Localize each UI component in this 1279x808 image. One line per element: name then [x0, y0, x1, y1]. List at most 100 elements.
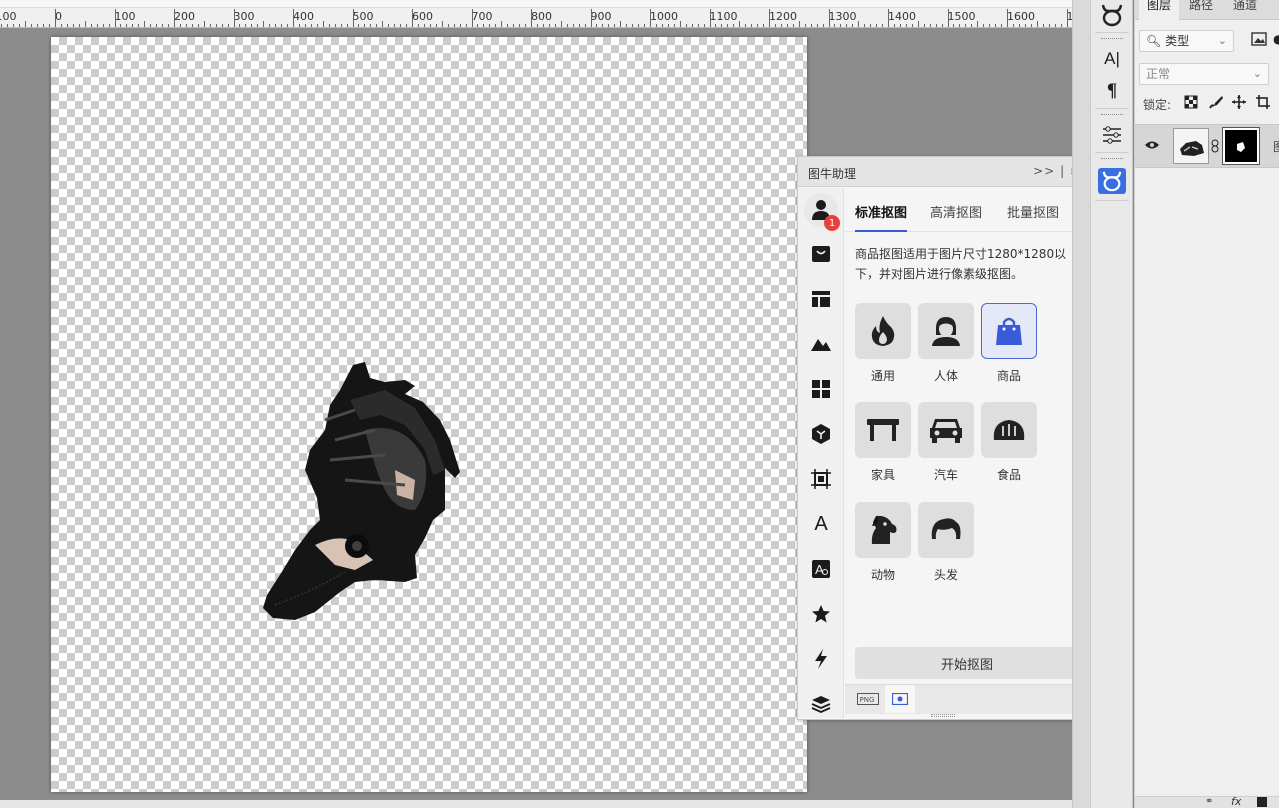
eye-visibility-icon[interactable] — [1145, 139, 1161, 153]
ruler-minor-tick — [1018, 24, 1020, 27]
sidebar-item-grid[interactable] — [809, 377, 833, 401]
ruler-minor-tick — [959, 24, 961, 27]
sidebar-item-layers[interactable] — [809, 692, 833, 716]
ruler-label: 1100 — [709, 10, 738, 23]
character-panel-button[interactable]: A| — [1098, 46, 1126, 72]
separator — [1095, 108, 1129, 109]
cutout-description: 商品抠图适用于图片尺寸1280*1280以下，并对图片进行像素级抠图。 — [855, 247, 1067, 281]
sidebar-item-layout[interactable] — [809, 287, 833, 311]
category-box — [918, 402, 974, 458]
ruler-tick — [769, 9, 770, 27]
tab-layers[interactable]: 图层 — [1139, 0, 1180, 20]
sidebar-item-quick[interactable] — [809, 647, 833, 671]
ruler-minor-tick — [751, 24, 753, 27]
fire-icon — [871, 316, 895, 346]
category-box — [855, 502, 911, 558]
tab-batch-cutout[interactable]: 批量抠图 — [1007, 202, 1059, 232]
ruler-minor-tick — [441, 21, 443, 27]
eye-frame-icon — [892, 693, 908, 705]
category-food[interactable]: 食品 — [981, 402, 1037, 483]
sidebar-item-3d[interactable] — [809, 422, 833, 446]
layer-thumbnail[interactable] — [1173, 128, 1209, 164]
lock-artboard-icon[interactable] — [1255, 94, 1271, 110]
ruler-minor-tick — [774, 24, 776, 27]
lock-position-icon[interactable] — [1231, 94, 1247, 110]
chevron-down-icon: ⌄ — [1217, 34, 1227, 47]
layer-filter-select[interactable]: 🔍︎ 类型 ⌄ — [1139, 30, 1234, 52]
ruler-label: 400 — [293, 10, 314, 23]
ruler-minor-tick — [489, 24, 491, 27]
category-hair[interactable]: 头发 — [918, 502, 974, 583]
category-box — [918, 502, 974, 558]
ruler-minor-tick — [316, 24, 318, 27]
tab-hd-cutout[interactable]: 高清抠图 — [930, 202, 982, 232]
category-box — [855, 402, 911, 458]
ruler-minor-tick — [893, 24, 895, 27]
text-icon[interactable]: A — [809, 512, 833, 536]
filter-toggle-icon[interactable]: ● — [1273, 32, 1279, 48]
ruler-minor-tick — [632, 24, 634, 27]
category-car[interactable]: 汽车 — [918, 402, 974, 483]
ruler-minor-tick — [763, 24, 765, 27]
ruler-minor-tick — [655, 24, 657, 27]
sidebar-item-font-search[interactable]: A — [809, 557, 833, 581]
sidebar-item-image[interactable] — [809, 332, 833, 356]
category-label: 动物 — [870, 568, 895, 582]
layer-name[interactable]: 图 — [1273, 138, 1279, 155]
layers-icon — [811, 696, 831, 713]
bread-icon — [993, 420, 1025, 440]
png-export-button[interactable]: PNG — [853, 685, 883, 713]
ruler-minor-tick — [792, 24, 794, 27]
ruler-tick — [412, 9, 413, 27]
ruler-minor-tick — [935, 24, 937, 27]
group-grip[interactable] — [1101, 158, 1123, 161]
preview-button[interactable] — [885, 685, 915, 713]
sidebar-item-crop[interactable] — [809, 467, 833, 491]
group-grip[interactable] — [1101, 114, 1123, 117]
tuniu-assistant-button[interactable] — [1098, 168, 1126, 194]
tab-paths[interactable]: 路径 — [1181, 0, 1221, 20]
category-portrait[interactable]: 人体 — [918, 303, 974, 384]
sidebar-item-favorites[interactable] — [809, 602, 833, 626]
start-cutout-button[interactable]: 开始抠图 — [855, 647, 1079, 679]
lock-pixels-icon[interactable] — [1208, 94, 1224, 110]
blend-mode-select[interactable]: 正常 ⌄ — [1139, 63, 1269, 85]
plugin-sidebar: 1 A A — [798, 188, 844, 718]
panel-icon-column: A| ¶ — [1090, 0, 1133, 808]
image-filter-icon[interactable] — [1251, 32, 1269, 48]
ruler-minor-tick — [126, 24, 128, 27]
tuniu-logo-button[interactable] — [1098, 2, 1126, 28]
sidebar-item-shop[interactable] — [809, 242, 833, 266]
group-grip[interactable] — [1101, 38, 1123, 41]
panel-resize-grip[interactable] — [931, 714, 955, 717]
fx-button[interactable]: fx — [1231, 795, 1241, 808]
lock-transparent-icon[interactable] — [1183, 94, 1199, 110]
ruler-minor-tick — [1, 24, 3, 27]
add-mask-icon[interactable] — [1257, 797, 1267, 807]
ruler-tick — [947, 9, 949, 27]
user-avatar[interactable]: 1 — [804, 193, 840, 231]
ruler-minor-tick — [78, 24, 80, 27]
link-layers-icon[interactable]: ⚭ — [1205, 796, 1213, 807]
ruler-label: 900 — [590, 10, 612, 23]
ruler-minor-tick — [786, 24, 788, 27]
mask-link-icon[interactable] — [1211, 139, 1221, 153]
layer-mask-thumbnail[interactable] — [1222, 127, 1260, 165]
paragraph-panel-button[interactable]: ¶ — [1098, 78, 1126, 104]
category-general[interactable]: 通用 — [855, 303, 911, 384]
category-furniture[interactable]: 家具 — [855, 402, 911, 483]
ruler-minor-tick — [221, 24, 223, 27]
ruler-minor-tick — [834, 24, 836, 27]
layer-row[interactable]: 图 — [1135, 124, 1279, 168]
adjustments-button[interactable] — [1098, 122, 1126, 148]
ruler-minor-tick — [37, 24, 39, 27]
ruler-minor-tick — [465, 24, 467, 27]
ruler-minor-tick — [251, 24, 253, 27]
category-animal[interactable]: 动物 — [855, 502, 911, 583]
ruler-tick — [1007, 9, 1008, 27]
tab-channels[interactable]: 通道 — [1225, 0, 1265, 20]
ruler-tick — [233, 9, 235, 27]
horizontal-scrollbar[interactable] — [0, 800, 1072, 808]
category-product[interactable]: 商品 — [981, 303, 1037, 384]
tab-standard-cutout[interactable]: 标准抠图 — [855, 202, 908, 232]
